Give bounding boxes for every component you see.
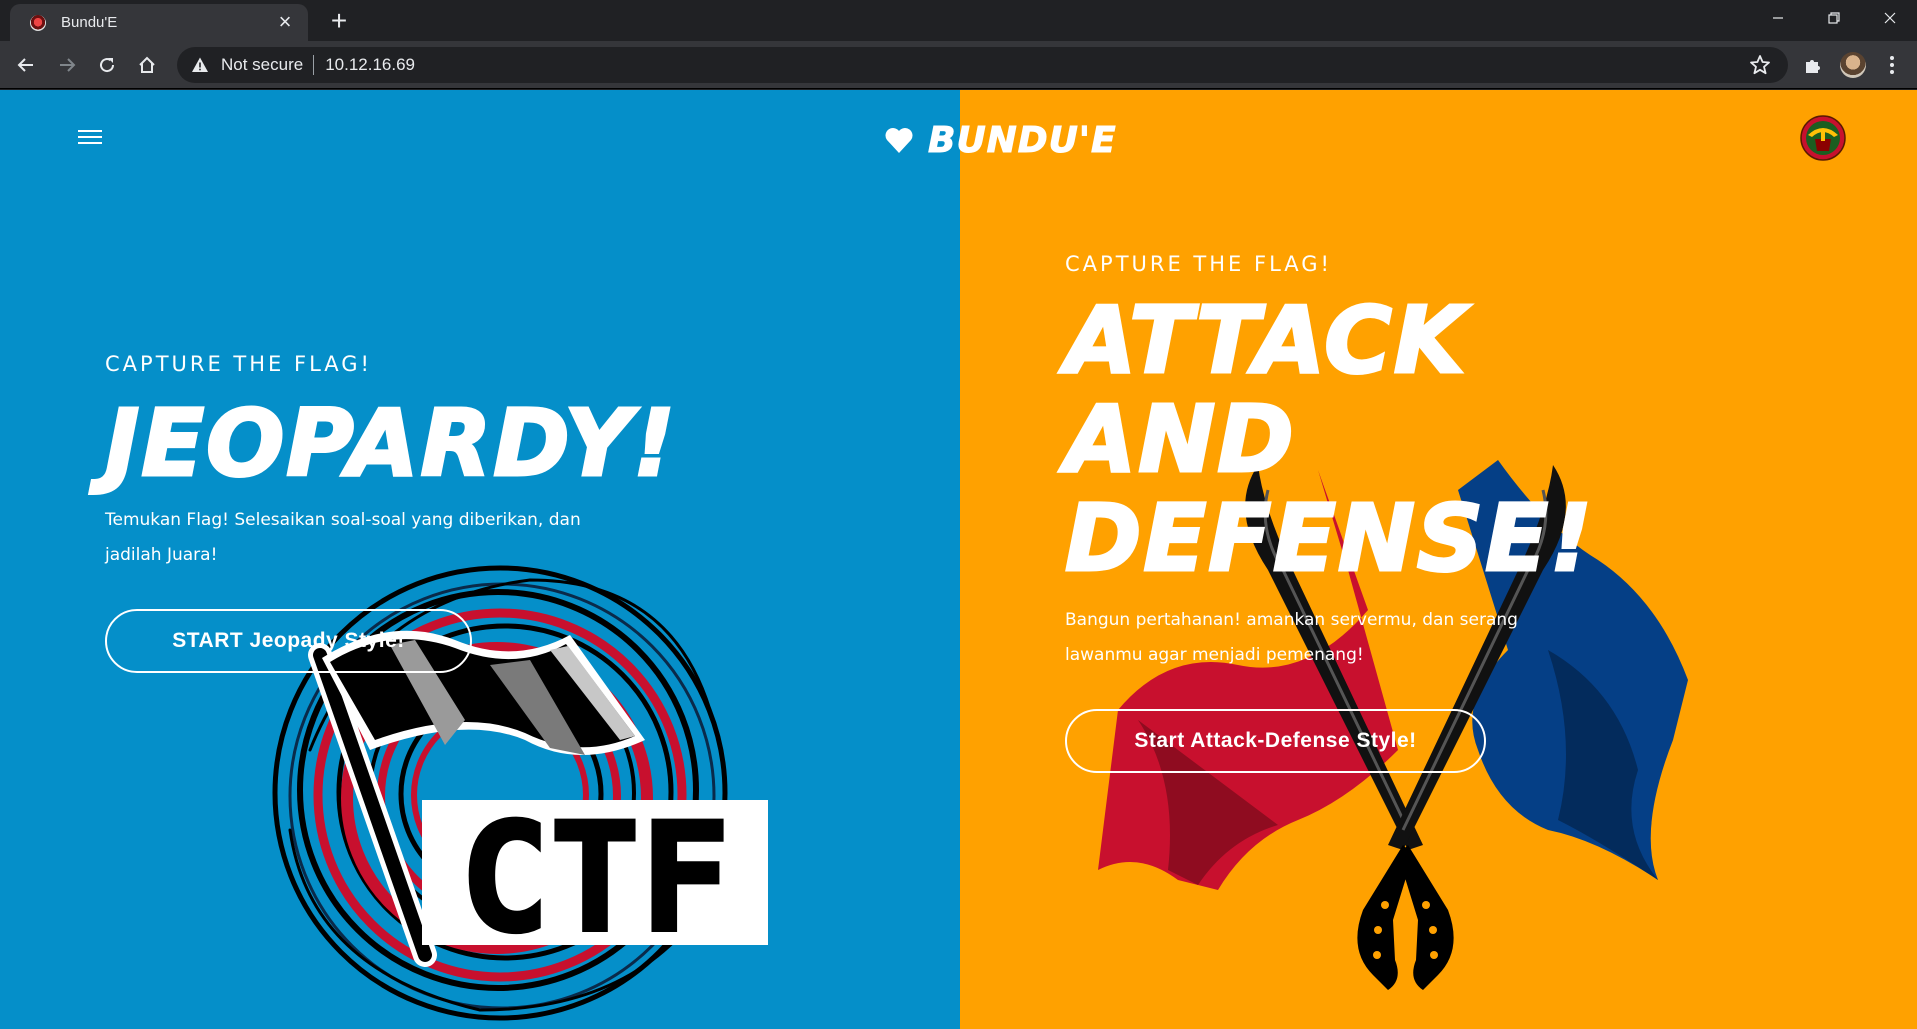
star-icon[interactable] <box>1748 53 1772 77</box>
window-close-icon[interactable] <box>1862 0 1917 36</box>
puzzle-icon[interactable] <box>1797 49 1829 81</box>
attack-defense-panel: CAPTURE THE FLAG! ATTACK AND DEFENSE! Ba… <box>960 90 1917 1029</box>
attack-defense-title-line1: ATTACK <box>1063 287 1468 394</box>
restore-icon[interactable] <box>1806 0 1862 36</box>
emblem-icon[interactable] <box>1800 115 1846 161</box>
browser-tabstrip: Bundu'E × + <box>0 0 1917 41</box>
tab-title: Bundu'E <box>61 14 118 31</box>
attack-defense-description-line2: lawanmu agar menjadi pemenang! <box>1065 645 1364 665</box>
kebab-menu-icon[interactable] <box>1876 49 1908 81</box>
brand-name: BUNDU'E <box>928 119 1117 161</box>
back-icon[interactable] <box>10 49 42 81</box>
heart-icon <box>885 128 913 153</box>
start-attack-defense-button[interactable]: Start Attack-Defense Style! <box>1065 709 1486 773</box>
brand-logo[interactable]: BUNDU'E <box>884 118 1117 162</box>
hamburger-icon[interactable] <box>78 127 104 147</box>
browser-tab[interactable]: Bundu'E × <box>10 4 308 41</box>
browser-toolbar: Not secure 10.12.16.69 <box>0 41 1917 89</box>
attack-defense-eyebrow: CAPTURE THE FLAG! <box>1065 252 1332 276</box>
start-jeopardy-button[interactable]: START Jeopady Style! <box>105 609 472 673</box>
security-label[interactable]: Not secure <box>221 55 303 75</box>
jeopardy-panel: CTF CAPTURE THE FLAG! JEOPARDY! Temukan … <box>0 90 960 1029</box>
home-icon[interactable] <box>131 49 163 81</box>
ctf-art-text: CTF <box>460 792 731 966</box>
forward-icon[interactable] <box>51 49 83 81</box>
favicon-icon <box>30 14 46 31</box>
jeopardy-description-line2: jadilah Juara! <box>105 545 218 565</box>
page: CTF CAPTURE THE FLAG! JEOPARDY! Temukan … <box>0 90 1917 1029</box>
jeopardy-title: JEOPARDY! <box>103 390 678 497</box>
attack-defense-title-line2: AND <box>1064 386 1296 493</box>
omnibox-separator <box>313 55 315 75</box>
warning-icon <box>192 57 208 72</box>
attack-defense-description-line1: Bangun pertahanan! amankan servermu, dan… <box>1065 610 1518 630</box>
attack-defense-title-line3: DEFENSE! <box>1064 485 1594 592</box>
plus-icon[interactable]: + <box>325 7 353 36</box>
address-bar[interactable]: Not secure 10.12.16.69 <box>177 47 1788 83</box>
minimize-icon[interactable] <box>1750 0 1806 36</box>
avatar <box>1840 52 1866 78</box>
jeopardy-description-line1: Temukan Flag! Selesaikan soal-soal yang … <box>105 510 581 530</box>
profile-avatar[interactable] <box>1837 49 1869 81</box>
jeopardy-eyebrow: CAPTURE THE FLAG! <box>105 352 372 376</box>
reload-icon[interactable] <box>91 49 123 81</box>
url-text[interactable]: 10.12.16.69 <box>325 55 415 75</box>
close-icon[interactable]: × <box>274 10 296 34</box>
